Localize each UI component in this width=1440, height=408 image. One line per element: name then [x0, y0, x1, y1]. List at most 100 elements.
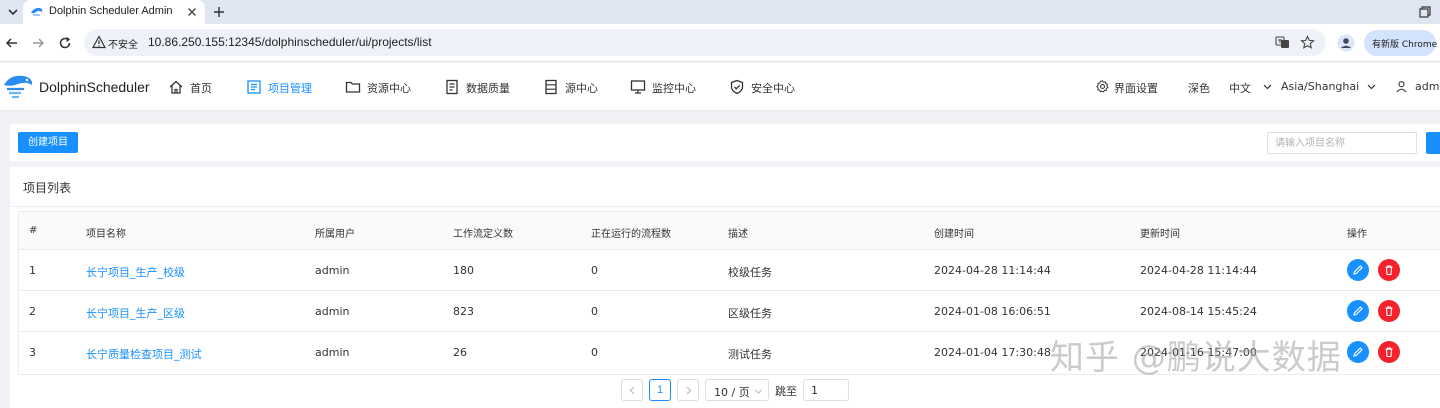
dolphin-logo-icon [2, 71, 36, 103]
tab-title: Dolphin Scheduler Admin [49, 5, 173, 17]
nav-security-label: 安全中心 [751, 82, 795, 95]
forward-arrow-icon[interactable] [30, 35, 46, 51]
browser-toolbar: 不安全 10.86.250.155:12345/dolphinscheduler… [0, 24, 1440, 62]
column-header: 工作流定义数 [453, 229, 513, 240]
next-page-button[interactable] [677, 379, 699, 401]
edit-button[interactable] [1347, 300, 1369, 322]
logo-text: DolphinScheduler [39, 79, 150, 95]
row-updated: 2024-04-28 11:14:44 [1140, 264, 1257, 277]
translate-icon[interactable] [1275, 35, 1290, 50]
chevron-down-icon [754, 387, 763, 396]
jump-label: 跳至 [775, 385, 797, 398]
chevron-down-icon[interactable] [6, 5, 20, 19]
create-project-button[interactable]: 创建项目 [18, 132, 78, 153]
plus-icon[interactable] [211, 4, 227, 20]
prev-page-button[interactable] [621, 379, 643, 401]
url-text[interactable]: 10.86.250.155:12345/dolphinscheduler/ui/… [148, 35, 432, 49]
warning-icon[interactable] [92, 35, 106, 49]
trash-icon [1385, 306, 1393, 317]
page-number-button[interactable]: 1 [649, 379, 671, 401]
edit-button[interactable] [1347, 259, 1369, 281]
language-select[interactable]: 中文 [1229, 80, 1251, 96]
delete-button[interactable] [1378, 341, 1400, 363]
project-name-link[interactable]: 长宁项目_生产_区级 [86, 305, 185, 321]
document-icon [444, 79, 460, 95]
user-icon[interactable] [1395, 80, 1408, 93]
delete-button[interactable] [1378, 259, 1400, 281]
row-user: admin [315, 346, 350, 359]
nav-resource-label: 资源中心 [367, 82, 411, 95]
user-menu[interactable]: admin [1415, 80, 1440, 93]
delete-button[interactable] [1378, 300, 1400, 322]
gear-icon[interactable] [1096, 80, 1109, 93]
chevron-down-icon[interactable] [1365, 80, 1378, 93]
row-running: 0 [591, 264, 598, 277]
jump-page-input[interactable] [803, 379, 849, 401]
page-size-label: 10 / 页 [714, 386, 750, 399]
row-created: 2024-04-28 11:14:44 [934, 264, 1051, 277]
nav-monitor-label: 监控中心 [652, 82, 696, 95]
row-running: 0 [591, 346, 598, 359]
close-icon[interactable] [185, 5, 199, 19]
project-name-link[interactable]: 长宁项目_生产_校级 [86, 264, 185, 280]
pencil-icon [1353, 306, 1363, 316]
nav-project[interactable]: 项目管理 [246, 63, 316, 111]
nav-data-quality[interactable]: 数据质量 [444, 63, 514, 111]
nav-home[interactable]: 首页 [168, 63, 218, 111]
page-size-select[interactable]: 10 / 页 [705, 379, 769, 401]
theme-toggle[interactable]: 深色 [1188, 80, 1210, 96]
nav-datasource[interactable]: 源中心 [543, 63, 603, 111]
chevron-down-icon[interactable] [1261, 80, 1274, 93]
chrome-update-button[interactable]: 有新版 Chrome [1364, 30, 1438, 56]
list-title: 项目列表 [23, 181, 72, 195]
insecure-label: 不安全 [108, 40, 138, 51]
browser-tab[interactable]: Dolphin Scheduler Admin [23, 0, 205, 24]
row-user: admin [315, 305, 350, 318]
nav-data-quality-label: 数据质量 [466, 82, 510, 95]
nav-security[interactable]: 安全中心 [729, 63, 799, 111]
pencil-icon [1353, 265, 1363, 275]
row-created: 2024-01-04 17:30:48 [934, 346, 1051, 359]
edit-button[interactable] [1347, 341, 1369, 363]
divider [10, 206, 1440, 207]
toolbar-card: 创建项目 [10, 124, 1440, 161]
column-header: 正在运行的流程数 [591, 229, 671, 240]
update-label: 有新版 Chrome [1372, 40, 1438, 50]
search-button[interactable] [1426, 132, 1440, 154]
dolphin-favicon-icon [30, 5, 44, 19]
column-header: 所属用户 [315, 229, 355, 240]
table-row: 2 长宁项目_生产_区级 admin 823 0 区级任务 2024-01-08… [19, 291, 1440, 332]
timezone-select[interactable]: Asia/Shanghai [1281, 80, 1359, 93]
column-header: 操作 [1347, 229, 1367, 240]
row-description: 测试任务 [728, 348, 772, 361]
column-header: # [29, 225, 38, 236]
database-icon [543, 79, 559, 95]
trash-icon [1385, 265, 1393, 276]
project-icon [246, 79, 262, 95]
nav-monitor[interactable]: 监控中心 [630, 63, 700, 111]
window-restore-icon[interactable] [1418, 5, 1432, 19]
table-row: 1 长宁项目_生产_校级 admin 180 0 校级任务 2024-04-28… [19, 250, 1440, 291]
nav-datasource-label: 源中心 [565, 82, 598, 95]
column-header: 创建时间 [934, 229, 974, 240]
row-index: 2 [29, 305, 36, 318]
project-search-input[interactable] [1267, 132, 1417, 154]
trash-icon [1385, 347, 1393, 358]
column-header: 更新时间 [1140, 229, 1180, 240]
column-header: 描述 [728, 229, 748, 240]
nav-project-label: 项目管理 [268, 82, 312, 95]
watermark-text: 知乎 @鹏说大数据 [1050, 338, 1342, 378]
nav-resource[interactable]: 资源中心 [345, 63, 415, 111]
home-icon [168, 79, 184, 95]
ui-settings-link[interactable]: 界面设置 [1114, 80, 1158, 96]
back-arrow-icon[interactable] [4, 35, 20, 51]
profile-icon[interactable] [1337, 34, 1355, 52]
project-name-link[interactable]: 长宁质量检查项目_测试 [86, 346, 202, 362]
star-icon[interactable] [1300, 35, 1315, 50]
row-index: 1 [29, 264, 36, 277]
folder-icon [345, 79, 361, 95]
row-definitions: 823 [453, 305, 474, 318]
reload-icon[interactable] [57, 35, 73, 51]
row-definitions: 180 [453, 264, 474, 277]
address-bar[interactable]: 不安全 10.86.250.155:12345/dolphinscheduler… [84, 29, 1326, 56]
